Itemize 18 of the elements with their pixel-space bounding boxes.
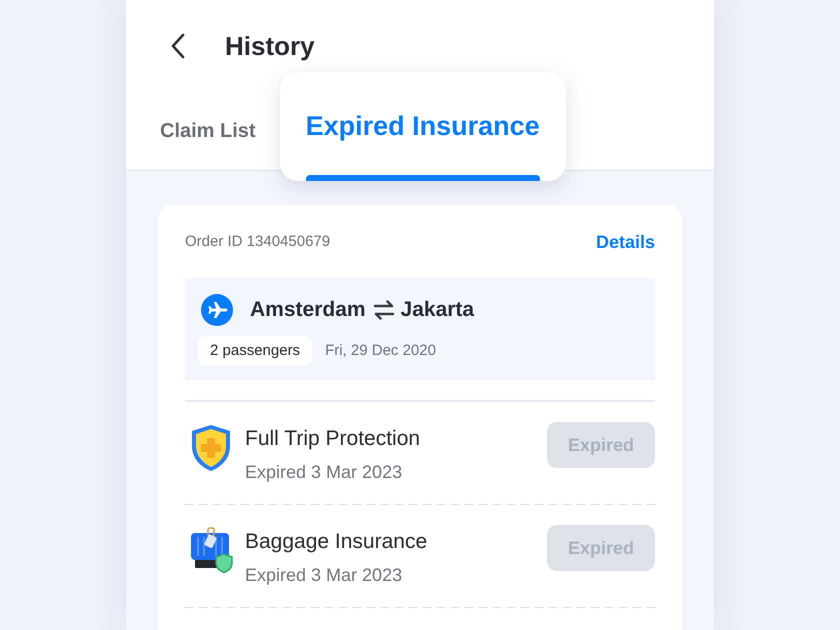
origin-city: Amsterdam [250,297,366,323]
page-title: History [225,30,315,63]
travel-date: Fri, 29 Dec 2020 [325,341,436,361]
shield-icon [190,424,232,472]
back-icon[interactable] [170,33,186,59]
order-id: Order ID 1340450679 [185,232,330,252]
airplane-icon [201,294,233,326]
suitcase-shield-icon [190,527,234,573]
policy-name: Baggage Insurance [245,529,428,555]
policy-name: Full Trip Protection [245,426,422,452]
tab[interactable]: Claim List [160,118,256,144]
details-link[interactable]: Details [596,232,655,252]
tab[interactable]: Expired Insurance [280,72,566,181]
expiry-date: Expired 3 Mar 2023 [245,461,404,484]
passenger-count: 2 passengers [198,336,312,366]
swap-arrows-icon [372,300,395,320]
destination-city: Jakarta [400,297,474,323]
expiry-date: Expired 3 Mar 2023 [245,564,404,587]
